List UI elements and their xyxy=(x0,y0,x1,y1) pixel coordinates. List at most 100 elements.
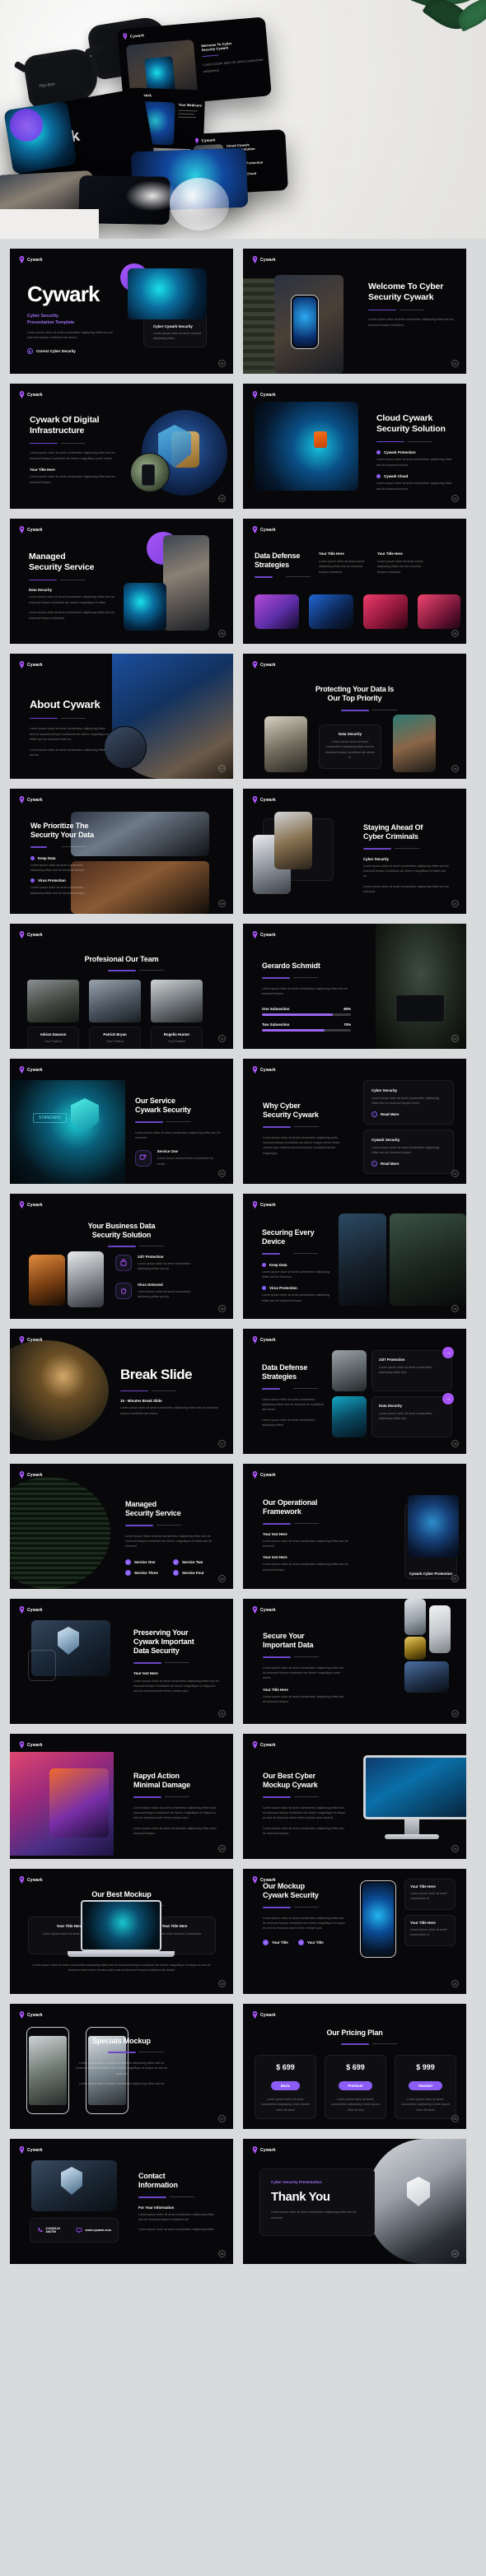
hero-sparkle-icon xyxy=(124,179,181,212)
slide-28-pricing[interactable]: Cywark Our Pricing Plan $ 699 Basic Lore… xyxy=(243,2004,466,2129)
team-member-card[interactable]: Patrick Bryan Your Position xyxy=(89,980,141,1049)
location-pin-icon xyxy=(194,137,199,144)
contact-website[interactable]: www.cywark.com xyxy=(85,2229,111,2232)
slide-19-managed2[interactable]: Cywark Managed Security Service Lorem ip… xyxy=(10,1464,233,1589)
slide-12-profile[interactable]: Cywark Gerardo Schmidt Lorem ipsum dolor… xyxy=(243,924,466,1049)
member-photo xyxy=(27,980,79,1022)
page-number: 22 xyxy=(451,1710,459,1717)
read-more-label[interactable]: Read More xyxy=(381,1112,399,1116)
hero-slide-tech xyxy=(3,100,77,175)
slide-04-cloud[interactable]: Cywark Cloud Cywark Security Solution Cy… xyxy=(243,384,466,509)
arrow-right-button[interactable]: → xyxy=(442,1347,454,1358)
plan-badge[interactable]: Standart xyxy=(409,2081,442,2090)
slide-07-about[interactable]: Cywark About Cywark Lorem ipsum dolor si… xyxy=(10,654,233,779)
sub-label: 15 - Minutes Break Slide xyxy=(120,1399,162,1404)
slide-15-business[interactable]: Cywark Your Business Data Security Solut… xyxy=(10,1194,233,1319)
slide-24-mockup-cyber[interactable]: Cywark Our Best Cyber Mockup Cywark Lore… xyxy=(243,1734,466,1859)
slide-26-mockup-sec[interactable]: Cywark Your Title Here Lorem ipsum dolor… xyxy=(243,1869,466,1994)
slide-03-digital[interactable]: Cywark Cywark Of Digital Infrastructure … xyxy=(10,384,233,509)
slide-06-defense[interactable]: Cywark Data Defense Strategies Your Titl… xyxy=(243,519,466,644)
sub-label: Data Security xyxy=(29,588,53,593)
slide-21-preserving[interactable]: Cywark Preserving Your Cywark Important … xyxy=(10,1599,233,1724)
accent-rule xyxy=(107,1245,164,1247)
contact-phone[interactable]: (+62)8123 456790 xyxy=(45,2227,69,2234)
slide-16-securing[interactable]: Cywark Securing Every Device Keep Data L… xyxy=(243,1194,466,1319)
slide-body-2: Lorem ipsum dolor sit amet consectetur a… xyxy=(262,1418,315,1428)
feature-card-2[interactable]: Cywark Security Lorem ipsum dolor sit am… xyxy=(363,1130,454,1174)
accent-rule xyxy=(30,845,86,848)
arrow-right-button[interactable]: → xyxy=(442,1393,454,1404)
phone-mockup xyxy=(360,1880,396,1958)
slide-title-line1: Your Business Data xyxy=(87,1222,156,1230)
slide-title-line1: Welcome To Cyber xyxy=(368,282,444,291)
slide-18-defense2[interactable]: Cywark Data Defense Strategies Lorem ips… xyxy=(243,1329,466,1454)
plan-badge[interactable]: Basic xyxy=(270,2081,301,2090)
card-body: Lorem ipsum dolor sit amet consect adipi… xyxy=(153,332,202,341)
slide-09-prioritize[interactable]: Cywark We Prioritize The Security Your D… xyxy=(10,789,233,914)
feature-card-1[interactable]: Cyber Security Lorem ipsum dolor sit ame… xyxy=(363,1080,454,1125)
slide-25-best-mockup[interactable]: Cywark Our Best Mockup Your Title Here L… xyxy=(10,1869,233,1994)
slide-05-managed[interactable]: Cywark Managed Security Service Data Sec… xyxy=(10,519,233,644)
slide-logo: Cywark xyxy=(19,661,43,668)
page-number: 18 xyxy=(451,1440,459,1447)
page-number: 16 xyxy=(451,1305,459,1312)
page-number: 09 xyxy=(218,900,226,907)
slide-29-contact[interactable]: Cywark (+62)8123 456790 www.cywark.com C… xyxy=(10,2139,233,2264)
slide-13-service[interactable]: Cywark STANDARD Our Service Cywark Secur… xyxy=(10,1059,233,1184)
slide-17-break[interactable]: Cywark Break Slide 15 - Minutes Break Sl… xyxy=(10,1329,233,1454)
team-member-card[interactable]: Adrian Dawson Your Position xyxy=(27,980,79,1049)
slide-title-line2: Mockup Cywark xyxy=(263,1780,318,1789)
slide-27-specials[interactable]: Cywark Specials Mockup Lorem ipsum dolor… xyxy=(10,2004,233,2129)
item-1-body: Lorem ipsum dolor sit amet consectetur a… xyxy=(376,458,452,467)
sub-1-label: Your text Here xyxy=(263,1531,287,1536)
slide-logo-text: Cywark xyxy=(260,2147,276,2153)
slide-02-welcome[interactable]: Cywark Welcome To Cyber Security Cywark … xyxy=(243,249,466,374)
slide-logo: Cywark xyxy=(19,1471,43,1479)
slide-11-team[interactable]: Cywark Profesional Our Team Adrian Dawso… xyxy=(10,924,233,1049)
slide-title-line2: Cywark Security xyxy=(263,1890,319,1899)
slide-image-2 xyxy=(68,1251,104,1307)
location-pin-icon xyxy=(19,661,25,668)
feature-card-1[interactable]: 24/7 Protection Lorem ipsum dolor sit am… xyxy=(372,1350,452,1391)
plan-price: $ 999 xyxy=(416,2063,435,2071)
accent-rule xyxy=(138,2196,194,2198)
slide-logo-text: Cywark xyxy=(27,1337,43,1343)
slide-10-ahead[interactable]: Cywark Staying Ahead Of Cyber Criminals … xyxy=(243,789,466,914)
pricing-plan-card[interactable]: $ 699 Premium Lorem ipsum dolor sit amet… xyxy=(325,2055,386,2119)
card-1-body: Lorem ipsum dolor sit amet consectetur a… xyxy=(379,1366,432,1375)
slide-body-2: Lorem ipsum dolor sit amet consectetur a… xyxy=(29,611,114,620)
read-more-label[interactable]: Read More xyxy=(381,1162,399,1166)
plan-badge[interactable]: Premium xyxy=(338,2081,373,2090)
slide-title-line1: Secure Your xyxy=(263,1632,305,1640)
slide-body: Lorem ipsum dolor sit amet consectetur a… xyxy=(30,451,115,460)
slide-14-why[interactable]: Cywark Why Cyber Security Cywark Lorem i… xyxy=(243,1059,466,1184)
pricing-plan-card[interactable]: $ 699 Basic Lorem ipsum dolor sit amet, … xyxy=(255,2055,316,2119)
cta-label[interactable]: Correct Cyber Security xyxy=(36,349,76,353)
slide-logo-text: Cywark xyxy=(27,2147,43,2153)
location-pin-icon xyxy=(19,256,25,263)
slide-01-cover[interactable]: Cywark Cyber Cywark Security Lorem ipsum… xyxy=(10,249,233,374)
bug-icon xyxy=(115,1283,132,1300)
location-pin-icon xyxy=(19,1876,25,1884)
page-number: 11 xyxy=(218,1035,226,1042)
slide-row: Cywark STANDARD Our Service Cywark Secur… xyxy=(10,1059,476,1184)
slide-23-rapyd[interactable]: Cywark Rapyd Action Minimal Damage Lorem… xyxy=(10,1734,233,1859)
slide-title-line2: Cyber Criminals xyxy=(363,831,418,841)
slide-30-thanks[interactable]: Cywark Cyber Security Presentation Thank… xyxy=(243,2139,466,2264)
slide-08-protecting[interactable]: Cywark Protecting Your Data Is Our Top P… xyxy=(243,654,466,779)
slide-20-framework[interactable]: Cywark Cywark Cyber Protection Our Opera… xyxy=(243,1464,466,1589)
slide-logo-text: Cywark xyxy=(27,1472,43,1478)
slide-22-secure[interactable]: Cywark Secure Your Important Data Lorem … xyxy=(243,1599,466,1724)
slide-body-2: Lorem ipsum dolor sit amet consectetur a… xyxy=(363,884,449,894)
slide-body-2: Lorem ipsum dolor sit amet consectetur a… xyxy=(133,1826,217,1836)
pricing-plan-card[interactable]: $ 999 Standart Lorem ipsum dolor sit ame… xyxy=(395,2055,456,2119)
plus-icon: + xyxy=(372,1160,377,1167)
accent-rule xyxy=(107,969,164,971)
team-member-card[interactable]: Rogelio Hunter Your Position xyxy=(151,980,203,1049)
slide-logo: Cywark xyxy=(252,1741,276,1749)
member-role: Your Position xyxy=(105,1040,124,1043)
item-2-label: Virus Protection xyxy=(269,1286,297,1291)
slide-title-line2: Cywark Security xyxy=(135,1105,191,1114)
feature-card-2[interactable]: Data Security Lorem ipsum dolor sit amet… xyxy=(372,1396,452,1437)
info-card: Data Security Lorem ipsum dolor sit amet… xyxy=(319,724,381,769)
